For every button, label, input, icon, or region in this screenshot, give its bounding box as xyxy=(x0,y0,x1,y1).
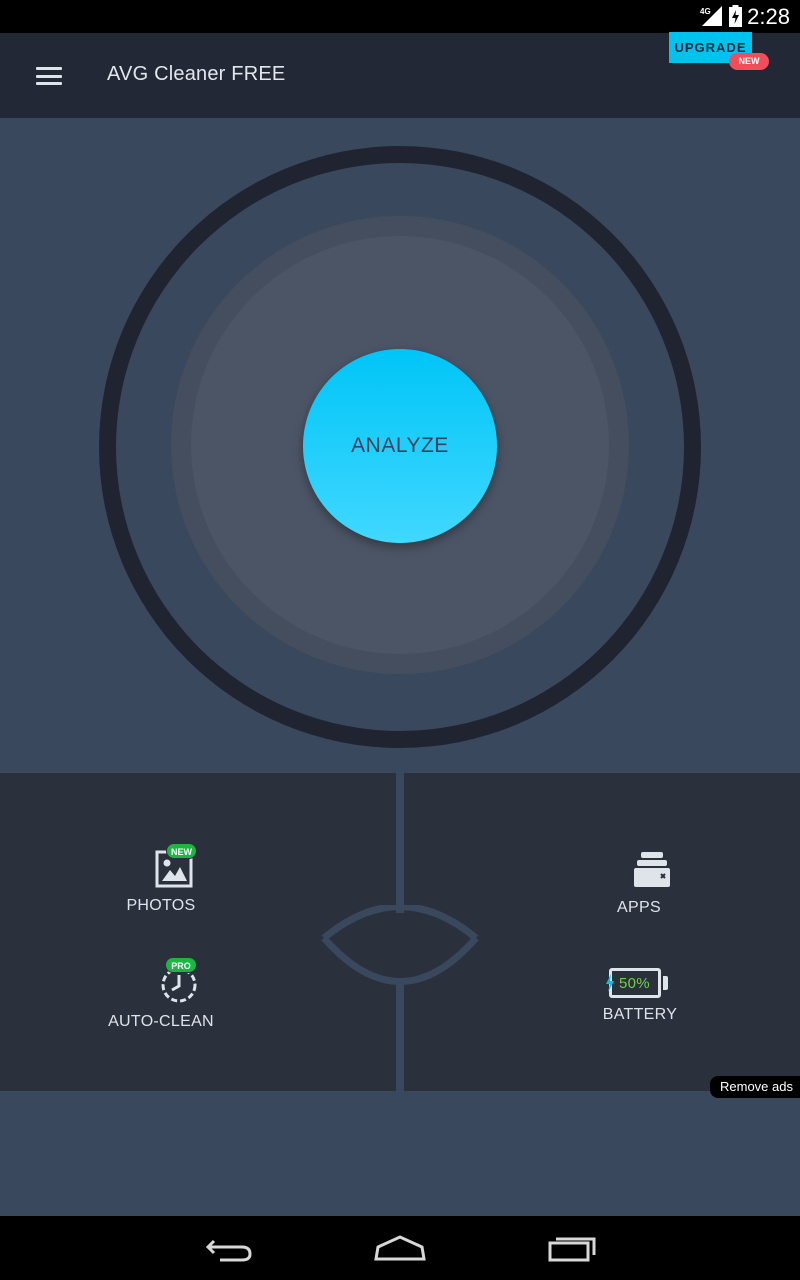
hamburger-menu-icon[interactable] xyxy=(36,67,62,85)
home-icon[interactable] xyxy=(370,1233,430,1263)
navigation-bar xyxy=(0,1216,800,1280)
signal-icon: 4G xyxy=(700,6,722,26)
network-type: 4G xyxy=(700,7,711,16)
analyze-button[interactable]: ANALYZE xyxy=(303,349,497,543)
status-time: 2:28 xyxy=(747,4,790,29)
status-bar: 4G 2:28 xyxy=(0,0,800,33)
center-eye-ornament xyxy=(321,905,479,987)
back-arrow-icon[interactable] xyxy=(200,1233,260,1263)
app-title: AVG Cleaner FREE xyxy=(107,63,286,85)
upgrade-new-badge: NEW xyxy=(729,53,769,70)
analyze-panel: ANALYZE xyxy=(0,118,800,773)
remove-ads-button[interactable]: Remove ads xyxy=(710,1076,800,1098)
status-battery-icon xyxy=(729,5,742,27)
recents-icon[interactable] xyxy=(542,1233,602,1263)
bottom-ad-area xyxy=(0,1091,800,1216)
